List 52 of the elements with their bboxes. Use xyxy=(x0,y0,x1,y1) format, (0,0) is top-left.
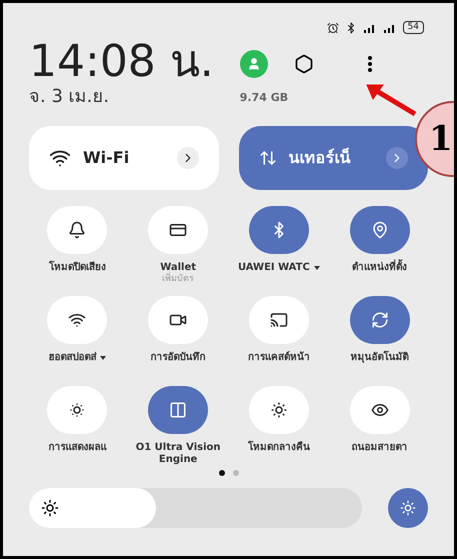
battery-indicator: 54 xyxy=(402,21,424,34)
quick-toggle[interactable] xyxy=(47,386,108,434)
settings-icon xyxy=(294,54,314,74)
quick-toggle[interactable] xyxy=(148,386,208,434)
cast-icon xyxy=(270,311,288,329)
auto-brightness-button[interactable] xyxy=(388,488,428,528)
card-icon xyxy=(169,221,188,239)
mobile-data-icon xyxy=(258,149,276,167)
toggle-label: การแคสต์หน้า xyxy=(248,352,310,364)
quick-toggle-card[interactable]: นเทอร์เน็ xyxy=(238,126,428,190)
toggle-label: ฮอตสปอตส่ xyxy=(48,352,96,364)
eye-icon xyxy=(370,401,389,419)
toggle-label: การแสดงผลแ xyxy=(48,442,106,454)
toggle-label: Wallet xyxy=(160,262,196,273)
storage-text: 9.74 GB xyxy=(240,90,290,106)
clock-time: 14:08 น. xyxy=(29,38,214,86)
rotate-icon xyxy=(370,311,389,329)
sun-icon xyxy=(41,499,59,517)
auto-brightness-icon xyxy=(400,500,416,516)
alarm-icon xyxy=(326,22,339,34)
chevron-right-icon xyxy=(176,147,198,169)
quick-toggle[interactable] xyxy=(47,296,108,344)
toggle-label: โหมดปิดเสียง xyxy=(48,262,106,274)
brightness-slider[interactable] xyxy=(29,488,362,528)
step-number-badge: 1 xyxy=(415,101,454,177)
quick-toggle[interactable] xyxy=(47,206,108,254)
toggle-label: UAWEI WATC xyxy=(238,262,310,274)
quick-toggle[interactable] xyxy=(350,296,410,344)
toggle-label: การอัดบันทึก xyxy=(150,352,206,364)
quick-toggle[interactable] xyxy=(350,386,410,434)
quick-toggle[interactable] xyxy=(148,296,208,344)
quick-toggle[interactable] xyxy=(248,386,309,434)
account-button[interactable] xyxy=(240,50,268,78)
location-pin-icon xyxy=(370,221,389,239)
bell-icon xyxy=(68,221,86,239)
split-screen-icon xyxy=(169,401,188,419)
quick-toggle-card[interactable]: Wi-Fi xyxy=(29,126,218,190)
quick-toggle[interactable] xyxy=(350,206,410,254)
toggle-label: ถนอมสายตา xyxy=(352,442,408,454)
toggle-label: หมุนอัตโนมัติ xyxy=(350,352,409,364)
quick-toggle[interactable] xyxy=(248,296,309,344)
chevron-right-icon xyxy=(386,147,408,169)
quick-toggle[interactable] xyxy=(248,206,309,254)
quick-toggle[interactable] xyxy=(148,206,208,254)
signal-icon xyxy=(362,22,377,32)
more-icon xyxy=(368,56,372,72)
toggle-label: O1 Ultra Vision Engine xyxy=(134,442,222,466)
toggle-label: โหมดกลางคืน xyxy=(248,442,310,454)
signal-icon xyxy=(382,22,397,32)
date-text: จ. 3 เม.ย. xyxy=(29,86,110,108)
person-icon xyxy=(246,57,261,71)
toggle-sublabel: เพิ่มบัตร xyxy=(162,274,194,285)
